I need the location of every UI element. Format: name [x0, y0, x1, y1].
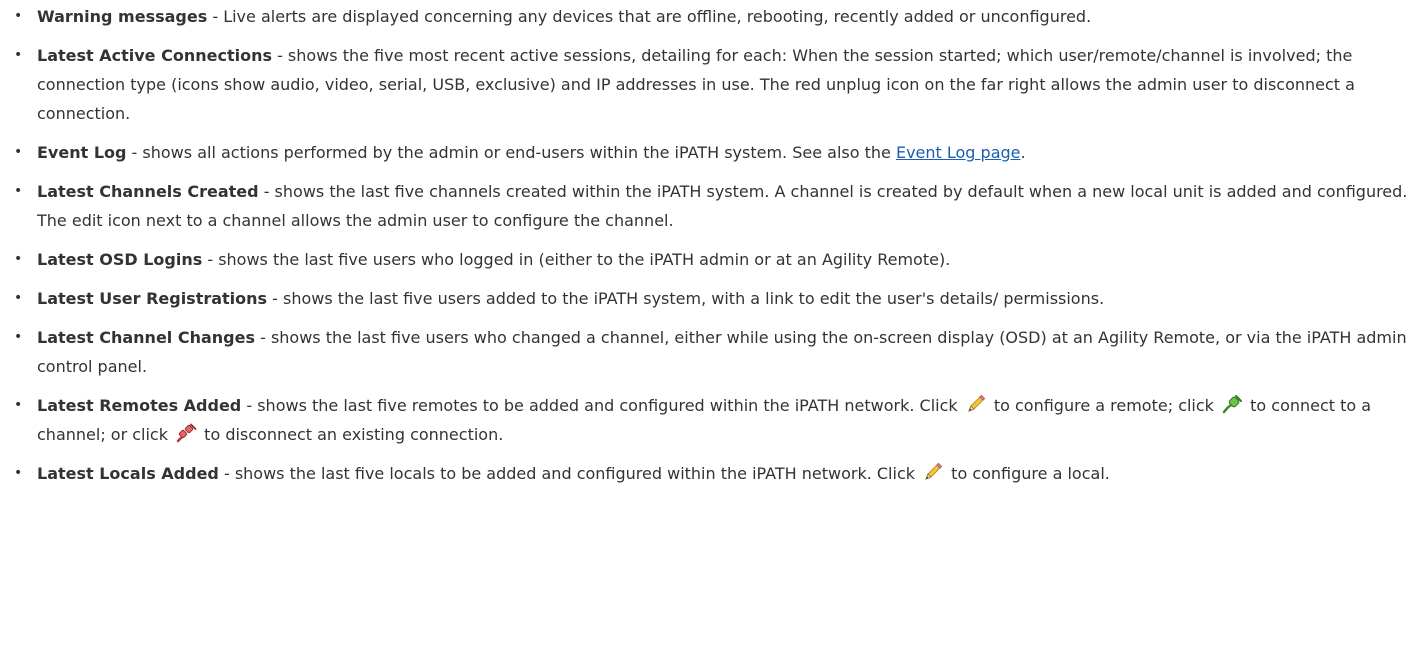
item-term: Latest Locals Added [37, 464, 219, 483]
list-item: Event Log - shows all actions performed … [14, 138, 1419, 167]
event-log-page-link[interactable]: Event Log page [896, 143, 1021, 162]
item-text: - shows the last five users added to the… [267, 289, 1105, 308]
item-text-after: . [1020, 143, 1026, 162]
red-unplug-icon [176, 423, 197, 443]
item-text: - shows the last five locals to be added… [218, 464, 921, 483]
item-term: Latest Active Connections [37, 46, 272, 65]
item-text: - Live alerts are displayed concerning a… [207, 7, 1092, 26]
list-item: Latest Active Connections - shows the fi… [14, 41, 1419, 128]
list-item: Latest Locals Added - shows the last fiv… [14, 459, 1419, 488]
item-text-d: to disconnect an existing connection. [199, 425, 504, 444]
item-term: Latest Channel Changes [37, 328, 255, 347]
pencil-icon [967, 394, 985, 412]
document-body: Warning messages - Live alerts are displ… [0, 0, 1419, 488]
item-text: - shows all actions performed by the adm… [126, 143, 896, 162]
item-text-b: to configure a local. [946, 464, 1110, 483]
item-term: Latest OSD Logins [37, 250, 203, 269]
list-item: Latest Channel Changes - shows the last … [14, 323, 1419, 381]
feature-list: Warning messages - Live alerts are displ… [14, 2, 1419, 488]
list-item: Warning messages - Live alerts are displ… [14, 2, 1419, 31]
pencil-icon [925, 462, 943, 480]
item-term: Latest User Registrations [37, 289, 268, 308]
item-text-b: to configure a remote; click [988, 396, 1220, 415]
item-text: - shows the last five remotes to be adde… [241, 396, 963, 415]
item-term: Latest Channels Created [37, 182, 259, 201]
list-item: Latest Channels Created - shows the last… [14, 177, 1419, 235]
green-plug-icon [1222, 395, 1243, 414]
list-item: Latest OSD Logins - shows the last five … [14, 245, 1419, 274]
item-term: Event Log [37, 143, 127, 162]
item-term: Warning messages [37, 7, 208, 26]
list-item: Latest Remotes Added - shows the last fi… [14, 391, 1419, 449]
item-text: - shows the last five users who logged i… [202, 250, 951, 269]
item-term: Latest Remotes Added [37, 396, 242, 415]
list-item: Latest User Registrations - shows the la… [14, 284, 1419, 313]
